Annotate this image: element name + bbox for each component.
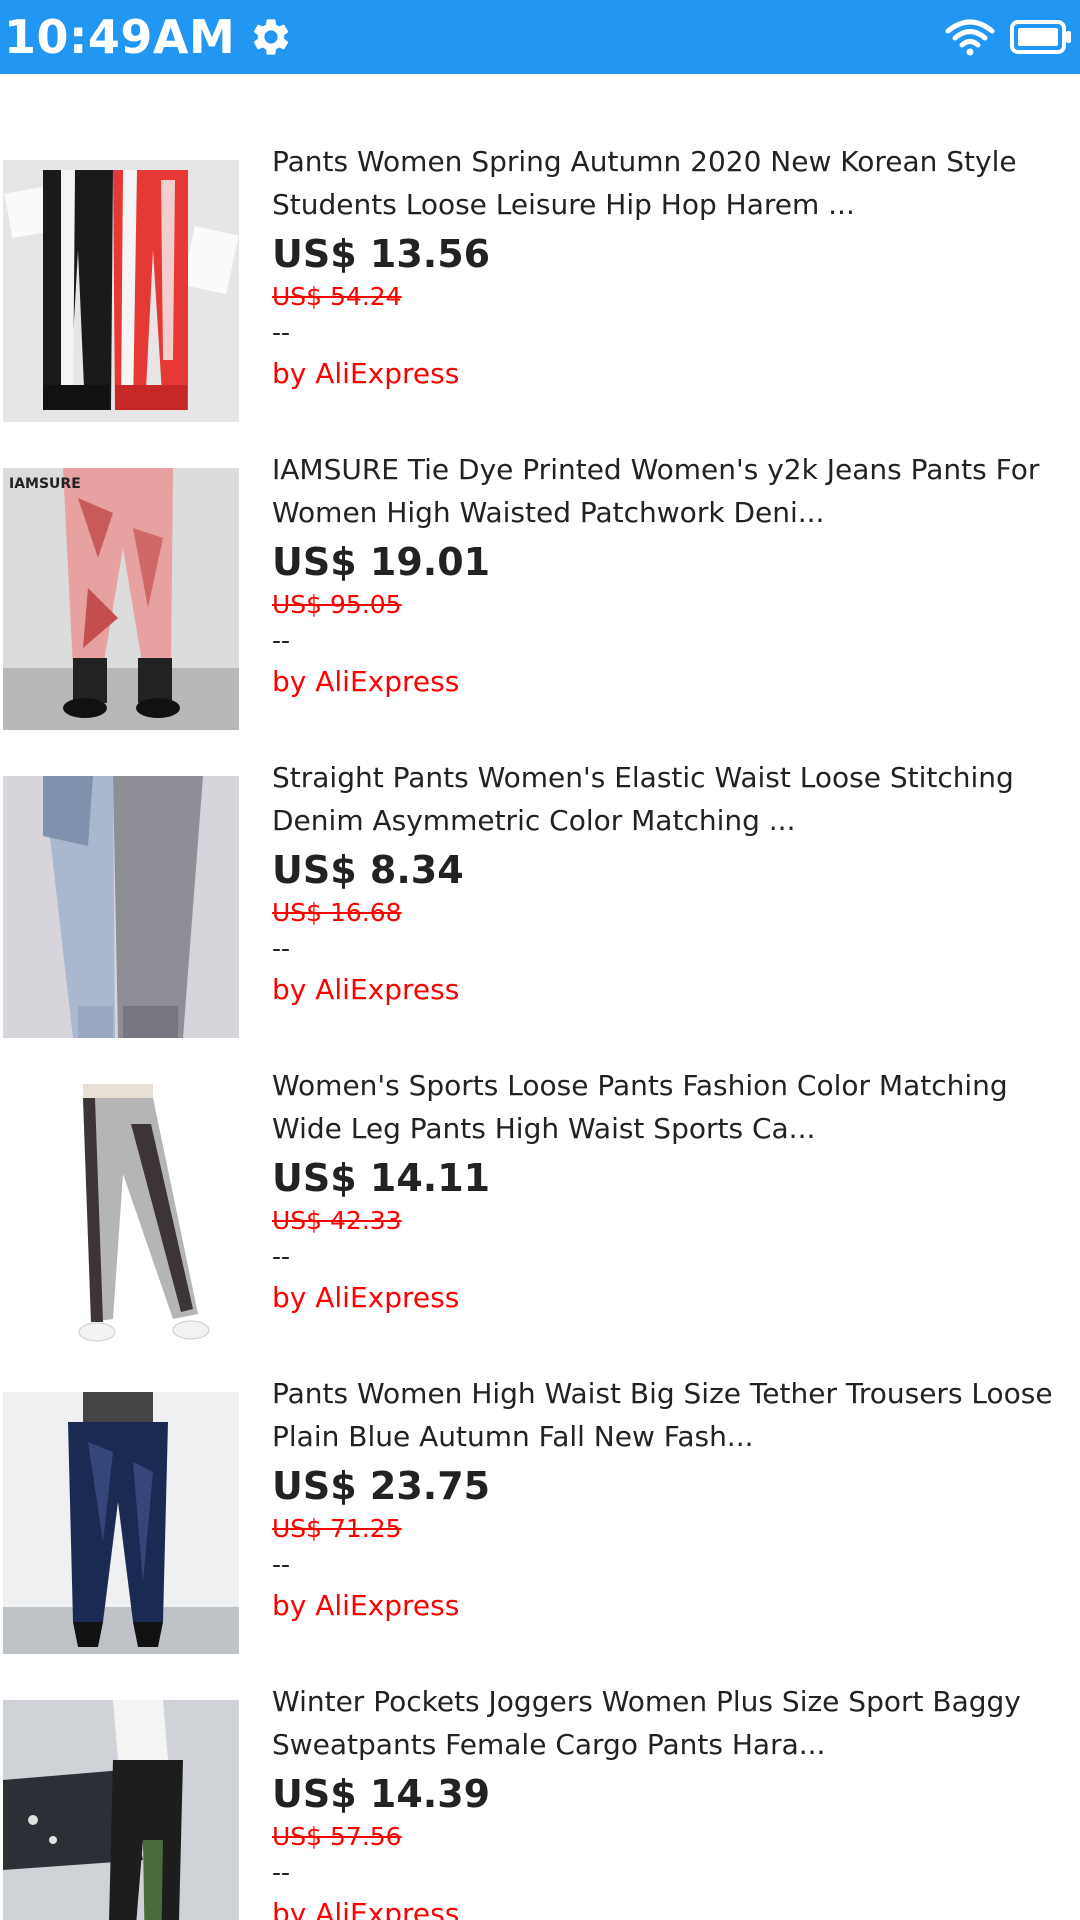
- product-price: US$ 14.11: [272, 1156, 491, 1200]
- product-seller[interactable]: by AliExpress: [272, 968, 1072, 1012]
- product-info: Winter Pockets Joggers Women Plus Size S…: [272, 1680, 1072, 1920]
- product-info: Pants Women Spring Autumn 2020 New Korea…: [272, 140, 1072, 396]
- product-item[interactable]: IAMSURE IAMSURE Tie Dye Printed Women's …: [0, 448, 1080, 748]
- product-image[interactable]: IAMSURE: [3, 468, 239, 730]
- product-info: IAMSURE Tie Dye Printed Women's y2k Jean…: [272, 448, 1072, 704]
- product-rating: --: [272, 1858, 291, 1887]
- product-original-price: US$ 57.56: [272, 1822, 402, 1851]
- product-item[interactable]: Women's Sports Loose Pants Fashion Color…: [0, 1064, 1080, 1364]
- product-item[interactable]: Straight Pants Women's Elastic Waist Loo…: [0, 756, 1080, 1056]
- product-price: US$ 19.01: [272, 540, 491, 584]
- product-item[interactable]: Pants Women High Waist Big Size Tether T…: [0, 1372, 1080, 1672]
- product-list: Pants Women Spring Autumn 2020 New Korea…: [0, 74, 1080, 1920]
- product-seller[interactable]: by AliExpress: [272, 1892, 1072, 1920]
- product-original-price: US$ 16.68: [272, 898, 402, 927]
- product-info: Straight Pants Women's Elastic Waist Loo…: [272, 756, 1072, 1012]
- product-image[interactable]: [3, 1084, 239, 1346]
- status-left: 10:49AM: [4, 10, 293, 64]
- product-title[interactable]: Winter Pockets Joggers Women Plus Size S…: [272, 1680, 1072, 1766]
- product-image[interactable]: [3, 1700, 239, 1920]
- product-original-price: US$ 54.24: [272, 282, 402, 311]
- product-title[interactable]: Women's Sports Loose Pants Fashion Color…: [272, 1064, 1072, 1150]
- battery-icon: [1010, 19, 1072, 55]
- product-price: US$ 8.34: [272, 848, 464, 892]
- product-item[interactable]: Winter Pockets Joggers Women Plus Size S…: [0, 1680, 1080, 1920]
- product-title[interactable]: Pants Women High Waist Big Size Tether T…: [272, 1372, 1072, 1458]
- product-original-price: US$ 42.33: [272, 1206, 402, 1235]
- product-image[interactable]: [3, 160, 239, 422]
- product-seller[interactable]: by AliExpress: [272, 1276, 1072, 1320]
- product-seller[interactable]: by AliExpress: [272, 1584, 1072, 1628]
- product-rating: --: [272, 1242, 291, 1271]
- wifi-icon: [944, 17, 996, 57]
- product-price: US$ 13.56: [272, 232, 491, 276]
- product-item[interactable]: Pants Women Spring Autumn 2020 New Korea…: [0, 140, 1080, 440]
- product-seller[interactable]: by AliExpress: [272, 660, 1072, 704]
- product-rating: --: [272, 1550, 291, 1579]
- status-right: [944, 17, 1076, 57]
- product-title[interactable]: Straight Pants Women's Elastic Waist Loo…: [272, 756, 1072, 842]
- product-image[interactable]: [3, 776, 239, 1038]
- product-rating: --: [272, 626, 291, 655]
- product-title[interactable]: IAMSURE Tie Dye Printed Women's y2k Jean…: [272, 448, 1072, 534]
- product-rating: --: [272, 934, 291, 963]
- status-time: 10:49AM: [4, 10, 236, 64]
- product-title[interactable]: Pants Women Spring Autumn 2020 New Korea…: [272, 140, 1072, 226]
- brand-logo-text: IAMSURE: [9, 476, 81, 492]
- product-image[interactable]: [3, 1392, 239, 1654]
- product-price: US$ 23.75: [272, 1464, 491, 1508]
- product-original-price: US$ 95.05: [272, 590, 402, 619]
- product-info: Women's Sports Loose Pants Fashion Color…: [272, 1064, 1072, 1320]
- product-original-price: US$ 71.25: [272, 1514, 402, 1543]
- gear-icon: [249, 15, 293, 59]
- status-bar: 10:49AM: [0, 0, 1080, 74]
- product-info: Pants Women High Waist Big Size Tether T…: [272, 1372, 1072, 1628]
- product-price: US$ 14.39: [272, 1772, 491, 1816]
- product-seller[interactable]: by AliExpress: [272, 352, 1072, 396]
- product-rating: --: [272, 318, 291, 347]
